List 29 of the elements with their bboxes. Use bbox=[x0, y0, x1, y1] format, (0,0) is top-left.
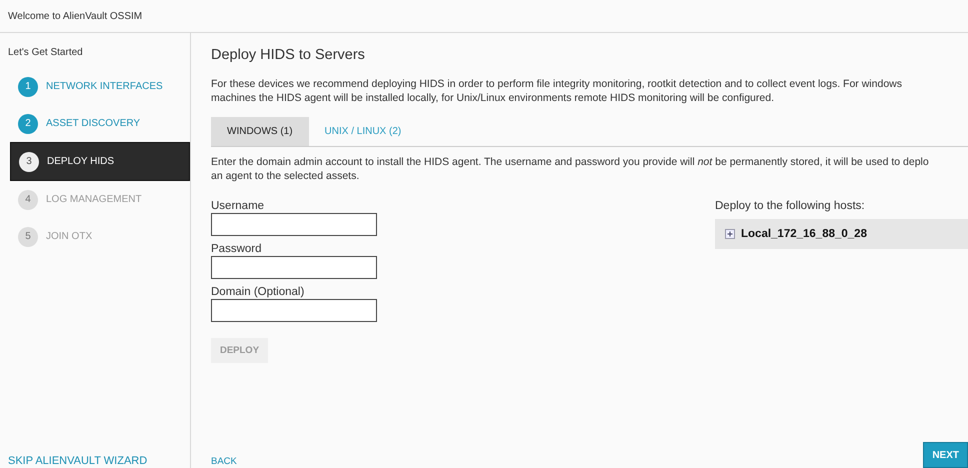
wizard-step[interactable]: 2 ASSET DISCOVERY bbox=[0, 105, 190, 142]
sidebar-heading: Let's Get Started bbox=[7, 47, 84, 58]
field-label: Username bbox=[211, 199, 264, 213]
back-link[interactable]: BACK bbox=[211, 456, 237, 468]
wizard-step[interactable]: 1 NETWORK INTERFACES bbox=[0, 68, 190, 105]
tab[interactable]: WINDOWS (1) bbox=[211, 117, 309, 146]
step-number-badge: 1 bbox=[18, 76, 38, 96]
step-number-badge: 5 bbox=[18, 226, 38, 246]
host-tree-item[interactable]: Local_172_16_88_0_28 bbox=[741, 228, 867, 240]
field-label: Password bbox=[211, 242, 262, 256]
window-title: Welcome to AlienVault OSSIM bbox=[8, 10, 142, 22]
expand-icon[interactable] bbox=[725, 229, 735, 239]
intro-text: For these devices we recommend deploying HIDS in order to perform file integrity monitoring, rootkit detection and to collect event logs. For windows machines the HIDS agent will be installed locally, for Unix/Linux environments remote HIDS monitoring will be configured. bbox=[211, 77, 903, 105]
wizard-step[interactable]: 3 DEPLOY HIDS bbox=[10, 142, 190, 181]
tab[interactable]: UNIX / LINUX (2) bbox=[308, 117, 418, 146]
wizard-step[interactable]: 5 JOIN OTX bbox=[0, 218, 190, 255]
step-number-badge: 2 bbox=[18, 114, 38, 134]
field-label: Domain (Optional) bbox=[211, 285, 304, 299]
wizard-step[interactable]: 4 LOG MANAGEMENT bbox=[0, 181, 190, 218]
skip-wizard-link[interactable]: SKIP ALIENVAULT WIZARD bbox=[0, 454, 190, 468]
input-field[interactable] bbox=[211, 299, 377, 322]
instructions-text: Enter the domain admin account to install the HIDS agent. The username and password you provide will not be permanently stored, it will be used to deplo an agent to the selected assets. bbox=[211, 155, 930, 183]
input-field[interactable] bbox=[211, 256, 377, 279]
input-field[interactable] bbox=[211, 213, 377, 236]
page-title: Deploy HIDS to Servers bbox=[211, 47, 366, 63]
step-number-badge: 4 bbox=[18, 190, 38, 210]
hosts-heading: Deploy to the following hosts: bbox=[715, 199, 866, 213]
step-number-badge: 3 bbox=[19, 152, 39, 172]
next-button[interactable]: NEXT bbox=[923, 442, 968, 468]
